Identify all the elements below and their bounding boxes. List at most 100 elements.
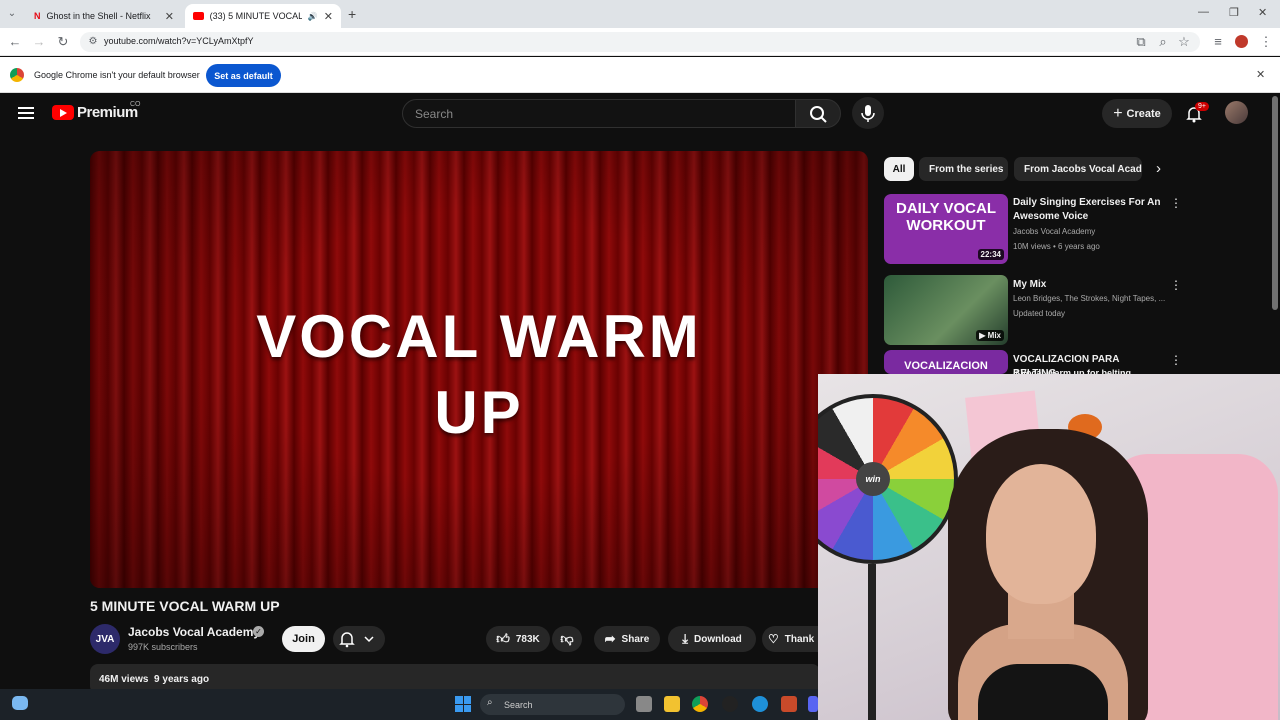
video-duration: 22:34 [977, 249, 1004, 260]
chrome-taskbar-icon[interactable] [692, 696, 708, 712]
related-thumbnail[interactable]: ▶ Mix [884, 275, 1008, 345]
channel-name[interactable]: Jacobs Vocal Academy [128, 625, 260, 639]
youtube-icon [193, 12, 204, 20]
notification-badge: 9+ [1195, 102, 1209, 111]
download-icon: ⤓ [682, 631, 688, 646]
share-label: Share [621, 633, 650, 645]
share-icon: ➦ [604, 631, 616, 646]
search-icon [810, 106, 827, 123]
view-info: 46M views 9 years ago [99, 674, 209, 685]
like-count: 783K [515, 633, 540, 645]
streamer-top [978, 664, 1108, 720]
edge-taskbar-icon[interactable] [752, 696, 768, 712]
profile-avatar[interactable] [1235, 35, 1248, 48]
reload-icon[interactable]: ↻ [55, 34, 71, 50]
close-infobar-icon[interactable]: ✕ [1256, 68, 1265, 81]
tab-title: Ghost in the Shell - Netflix [46, 11, 151, 21]
chip-all[interactable]: All [884, 157, 914, 181]
create-label: Create [1126, 107, 1161, 120]
discord-taskbar-icon[interactable] [808, 696, 818, 712]
upload-age: 9 years ago [154, 674, 210, 685]
related-thumbnail[interactable]: VOCALIZACION [884, 350, 1008, 374]
related-meta: Updated today [1013, 309, 1066, 318]
subscriber-count: 997K subscribers [128, 642, 198, 652]
video-title: 5 MINUTE VOCAL WARM UP [90, 598, 280, 614]
download-button[interactable]: ⤓ Download [668, 626, 756, 652]
back-icon[interactable]: ← [7, 34, 23, 50]
streamer-face [986, 464, 1096, 604]
plus-icon: + [1113, 104, 1123, 122]
related-channel: Leon Bridges, The Strokes, Night Tapes, … [1013, 294, 1166, 303]
netflix-icon: N [34, 11, 41, 21]
taskbar-search[interactable]: Search [480, 694, 625, 715]
zoom-icon[interactable]: ⌕ [1155, 34, 1171, 50]
bookmark-star-icon[interactable]: ☆ [1176, 34, 1192, 50]
video-thumbnail-text: VOCAL WARM UP [90, 299, 868, 451]
file-explorer-icon[interactable] [664, 696, 680, 712]
wheel-stand [868, 564, 876, 720]
thanks-label: Thank [784, 633, 815, 645]
close-tab-icon[interactable]: ✕ [324, 10, 333, 23]
bell-icon [339, 632, 374, 648]
chevron-right-icon[interactable]: › [1156, 160, 1161, 177]
tab-list-icon[interactable]: ⌄ [4, 6, 20, 22]
app-taskbar-icon[interactable] [722, 696, 738, 712]
new-tab-button[interactable]: + [348, 6, 356, 22]
more-options-icon[interactable]: ⋮ [1170, 278, 1182, 292]
thumbnail-text: DAILY VOCAL WORKOUT [895, 200, 997, 234]
chip-from-channel[interactable]: From Jacobs Vocal Acad [1014, 157, 1142, 181]
chip-from-series[interactable]: From the series [919, 157, 1008, 181]
search-button[interactable] [795, 99, 841, 128]
mic-icon [861, 105, 875, 122]
voice-search-button[interactable] [852, 97, 884, 129]
cast-icon[interactable]: ⧉ [1133, 34, 1149, 50]
related-title[interactable]: My Mix [1013, 278, 1165, 292]
thumbnail-line-1: VOCAL WARM [256, 303, 702, 370]
youtube-logo-text[interactable]: Premium [77, 104, 138, 121]
minimize-button[interactable]: — [1198, 6, 1209, 18]
thumbs-down-icon: 👎︎ [560, 631, 574, 646]
search-input[interactable]: Search [402, 99, 796, 128]
set-as-default-button[interactable]: Set as default [206, 64, 281, 87]
app-taskbar-icon[interactable] [781, 696, 797, 712]
menu-icon[interactable]: ⋮ [1258, 34, 1274, 50]
windows-start-icon[interactable] [455, 696, 471, 712]
thumbnail-text: VOCALIZACION [904, 360, 988, 372]
tab-youtube[interactable]: (33) 5 MINUTE VOCAL WAR 🔊 ✕ [185, 4, 341, 28]
restore-button[interactable]: ❐ [1229, 6, 1239, 19]
account-avatar[interactable] [1225, 101, 1248, 124]
url-text[interactable]: youtube.com/watch?v=YCLyAmXtpfY [104, 36, 254, 46]
related-channel[interactable]: Jacobs Vocal Academy [1013, 227, 1178, 236]
related-title[interactable]: Daily Singing Exercises For An Awesome V… [1013, 196, 1165, 224]
weather-icon[interactable] [12, 696, 28, 710]
search-icon: ⌕ [487, 697, 493, 708]
download-label: Download [693, 633, 742, 645]
like-button[interactable]: 👍︎ 783K [486, 626, 550, 652]
related-meta: 10M views • 6 years ago [1013, 242, 1100, 251]
scrollbar[interactable] [1272, 96, 1278, 310]
webcam-overlay: win [818, 374, 1280, 720]
forward-icon[interactable]: → [31, 34, 47, 50]
close-window-button[interactable]: ✕ [1258, 6, 1267, 19]
tab-netflix[interactable]: N Ghost in the Shell - Netflix ✕ [26, 4, 182, 28]
audio-playing-icon[interactable]: 🔊 [308, 12, 318, 21]
related-thumbnail[interactable]: DAILY VOCAL WORKOUT 22:34 [884, 194, 1008, 264]
create-button[interactable]: + Create [1102, 99, 1172, 128]
video-player[interactable]: VOCAL WARM UP [90, 151, 868, 588]
media-controls-icon[interactable]: ≡ [1210, 34, 1226, 50]
thanks-icon: ♡ [768, 632, 779, 646]
site-info-icon[interactable]: ⚙ [85, 34, 101, 50]
more-options-icon[interactable]: ⋮ [1170, 353, 1182, 367]
subscribed-button[interactable] [333, 626, 385, 652]
dislike-button[interactable]: 👎︎ [552, 626, 582, 652]
youtube-logo-icon[interactable] [52, 105, 74, 120]
close-tab-icon[interactable]: ✕ [165, 10, 174, 23]
guide-menu-icon[interactable] [18, 107, 34, 119]
more-options-icon[interactable]: ⋮ [1170, 196, 1182, 210]
join-button[interactable]: Join [282, 626, 325, 652]
channel-avatar[interactable]: JVA [90, 624, 120, 654]
region-code: CO [130, 101, 141, 108]
task-view-icon[interactable] [636, 696, 652, 712]
share-button[interactable]: ➦ Share [594, 626, 660, 652]
thumbs-up-icon: 👍︎ [496, 631, 510, 646]
